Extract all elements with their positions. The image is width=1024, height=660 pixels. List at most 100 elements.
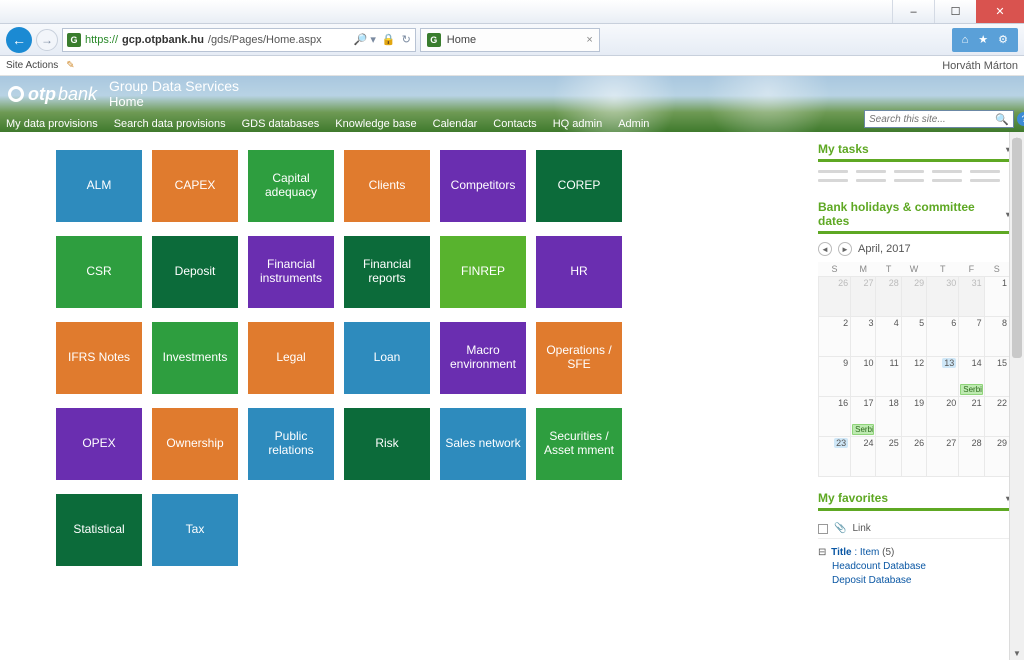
browser-tab[interactable]: G Home × [420,28,600,52]
calendar-day[interactable]: 10 [851,357,876,397]
site-actions-link[interactable]: Site Actions [6,60,58,71]
tile[interactable]: Investments [152,322,238,394]
tile[interactable]: Sales network [440,408,526,480]
calendar-day[interactable]: 30 [927,277,959,317]
calendar-grid[interactable]: SMTWTFS 2627282930311234567891011121314S… [818,262,1010,477]
favorite-link[interactable]: Deposit Database [832,575,1010,586]
current-user[interactable]: Horváth Márton [942,60,1018,72]
calendar-day[interactable]: 31 [959,277,984,317]
tile[interactable]: Macro environment [440,322,526,394]
calendar-event[interactable]: Serbia, [852,424,874,435]
nav-item[interactable]: Calendar [433,118,478,130]
tile[interactable]: Risk [344,408,430,480]
tile[interactable]: Securities / Asset mment [536,408,622,480]
calendar-day[interactable]: 28 [959,437,984,477]
site-search[interactable]: 🔍 ? [864,110,1014,128]
tile[interactable]: Ownership [152,408,238,480]
calendar-day[interactable]: 16 [819,397,851,437]
favorites-column-link[interactable]: Link [852,523,870,534]
tile[interactable]: Deposit [152,236,238,308]
panel-holidays-header[interactable]: Bank holidays & committee dates ▾ [818,200,1010,234]
calendar-day[interactable]: 15 [984,357,1009,397]
tile[interactable]: CAPEX [152,150,238,222]
calendar-day[interactable]: 8 [984,317,1009,357]
calendar-prev-button[interactable]: ◄ [818,242,832,256]
calendar-day[interactable]: 4 [876,317,901,357]
window-close-button[interactable]: ✕ [976,0,1024,23]
address-bar[interactable]: G https:// gcp.otpbank.hu /gds/Pages/Hom… [62,28,416,52]
calendar-day[interactable]: 17Serbia, [851,397,876,437]
calendar-day[interactable]: 19 [901,397,926,437]
tile[interactable]: HR [536,236,622,308]
scroll-down-arrow[interactable]: ▼ [1010,646,1024,660]
calendar-day[interactable]: 14Serbia, [959,357,984,397]
tile[interactable]: Competitors [440,150,526,222]
panel-favorites-header[interactable]: My favorites ▾ [818,491,1010,511]
calendar-next-button[interactable]: ► [838,242,852,256]
calendar-day[interactable]: 23 [819,437,851,477]
tile[interactable]: FINREP [440,236,526,308]
site-search-input[interactable] [869,114,993,125]
tile[interactable]: Capital adequacy [248,150,334,222]
nav-back-button[interactable]: ← [6,27,32,53]
tab-close-icon[interactable]: × [586,34,592,46]
refresh-icon[interactable]: ↻ [402,33,411,46]
expand-icon[interactable]: ⊟ [818,547,826,558]
site-logo[interactable]: otpbank [8,84,97,105]
calendar-day[interactable]: 2 [819,317,851,357]
window-maximize-button[interactable]: ☐ [934,0,976,23]
tile[interactable]: Legal [248,322,334,394]
favorites-group-row[interactable]: ⊟ Title : Item (5) [818,547,1010,558]
calendar-event[interactable]: Serbia, [960,384,982,395]
edit-page-icon[interactable]: ✎ [66,60,74,71]
tools-icon[interactable]: ⚙ [998,33,1008,46]
nav-forward-button[interactable]: → [36,29,58,51]
tile[interactable]: Operations / SFE [536,322,622,394]
nav-item[interactable]: Admin [618,118,649,130]
search-dropdown-icon[interactable]: 🔎 ▾ [354,33,376,46]
tile[interactable]: ALM [56,150,142,222]
window-minimize-button[interactable]: – [892,0,934,23]
tile[interactable]: Loan [344,322,430,394]
favorite-link[interactable]: Headcount Database [832,561,1010,572]
calendar-day[interactable]: 7 [959,317,984,357]
calendar-day[interactable]: 18 [876,397,901,437]
calendar-day[interactable]: 27 [927,437,959,477]
tile[interactable]: Financial reports [344,236,430,308]
scroll-thumb[interactable] [1012,138,1022,358]
tile[interactable]: COREP [536,150,622,222]
search-icon[interactable]: 🔍 [995,113,1009,126]
nav-item[interactable]: My data provisions [6,118,98,130]
nav-item[interactable]: HQ admin [553,118,603,130]
calendar-day[interactable]: 25 [876,437,901,477]
tile[interactable]: Clients [344,150,430,222]
calendar-day[interactable]: 1 [984,277,1009,317]
nav-item[interactable]: Knowledge base [335,118,416,130]
calendar-day[interactable]: 26 [819,277,851,317]
nav-item[interactable]: Contacts [493,118,536,130]
help-icon[interactable]: ? [1017,112,1024,126]
calendar-day[interactable]: 9 [819,357,851,397]
tile[interactable]: CSR [56,236,142,308]
calendar-day[interactable]: 12 [901,357,926,397]
tile[interactable]: Financial instruments [248,236,334,308]
home-icon[interactable]: ⌂ [962,34,969,46]
nav-item[interactable]: Search data provisions [114,118,226,130]
calendar-day[interactable]: 29 [984,437,1009,477]
calendar-day[interactable]: 27 [851,277,876,317]
calendar-day[interactable]: 24 [851,437,876,477]
tile[interactable]: Tax [152,494,238,566]
calendar-day[interactable]: 20 [927,397,959,437]
calendar-day[interactable]: 11 [876,357,901,397]
calendar-day[interactable]: 5 [901,317,926,357]
calendar-day[interactable]: 26 [901,437,926,477]
tile[interactable]: IFRS Notes [56,322,142,394]
tile[interactable]: Public relations [248,408,334,480]
panel-my-tasks-header[interactable]: My tasks ▾ [818,142,1010,162]
calendar-day[interactable]: 28 [876,277,901,317]
calendar-day[interactable]: 22 [984,397,1009,437]
nav-item[interactable]: GDS databases [242,118,320,130]
calendar-day[interactable]: 13 [927,357,959,397]
calendar-day[interactable]: 3 [851,317,876,357]
checkbox-icon[interactable] [818,524,828,534]
